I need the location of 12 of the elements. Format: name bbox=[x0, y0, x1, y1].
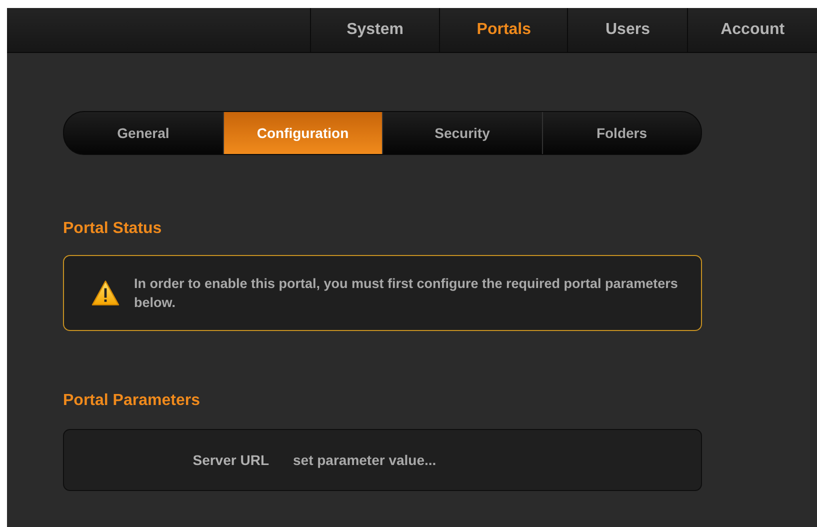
field-label: Server URL bbox=[192, 452, 269, 468]
tab[interactable]: Security bbox=[383, 112, 542, 154]
nav-tab[interactable]: Users bbox=[568, 8, 688, 52]
warning-icon bbox=[91, 280, 120, 306]
nav-tab[interactable]: System bbox=[310, 8, 440, 52]
input-field[interactable]: set parameter value... bbox=[289, 450, 597, 470]
section-heading: Portal Parameters bbox=[63, 392, 201, 410]
section-heading: Portal Status bbox=[63, 220, 163, 238]
tab[interactable]: Folders bbox=[542, 112, 701, 154]
nav-tab[interactable]: Account bbox=[688, 8, 817, 52]
warning-message: In order to enable this portal, you must first configure the required portal parameters below. bbox=[134, 275, 679, 312]
nav-tab[interactable]: Portals bbox=[440, 8, 568, 52]
